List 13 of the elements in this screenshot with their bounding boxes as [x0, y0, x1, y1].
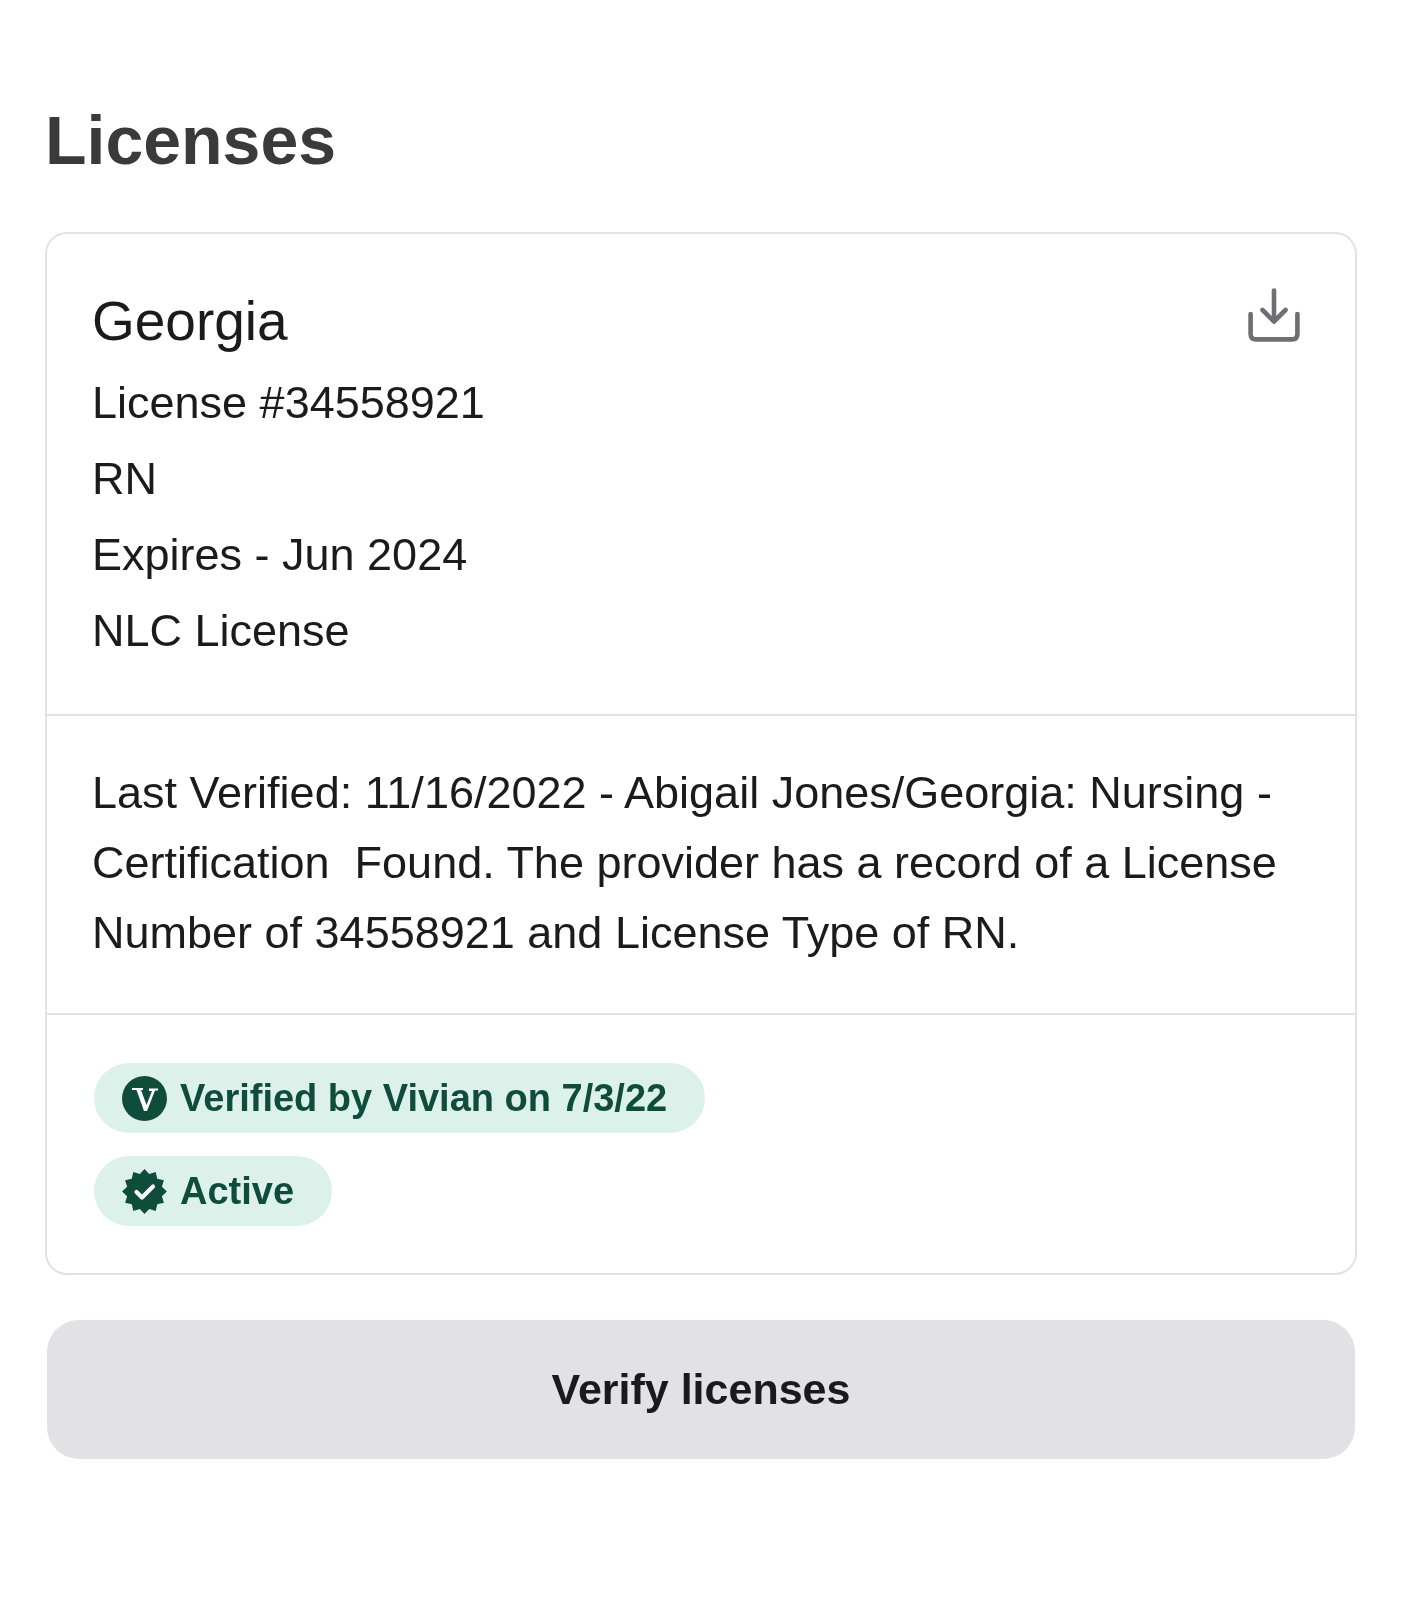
verify-licenses-button[interactable]: Verify licenses: [47, 1320, 1355, 1459]
status-label: Active: [180, 1169, 295, 1213]
license-detail: RN: [92, 452, 157, 506]
page-title: Licenses: [45, 101, 338, 180]
logo-icon: [122, 1075, 167, 1121]
verification-note: Last Verified: 11/16/2022 - Abigail Jones/Georgia: Nursing - Certification Found. The provider has a record of a License Number of 34558921 and License Type of RN.: [92, 766, 1278, 960]
verification-label: Verified by Vivian on 7/3/22: [180, 1076, 668, 1120]
download-icon[interactable]: [1248, 288, 1300, 342]
license-detail: NLC License: [92, 604, 350, 658]
seal-check-icon: [122, 1168, 167, 1214]
license-detail: Expires - Jun 2024: [92, 528, 468, 582]
license-detail: License #34558921: [92, 376, 485, 430]
license-state: Georgia: [92, 289, 288, 354]
